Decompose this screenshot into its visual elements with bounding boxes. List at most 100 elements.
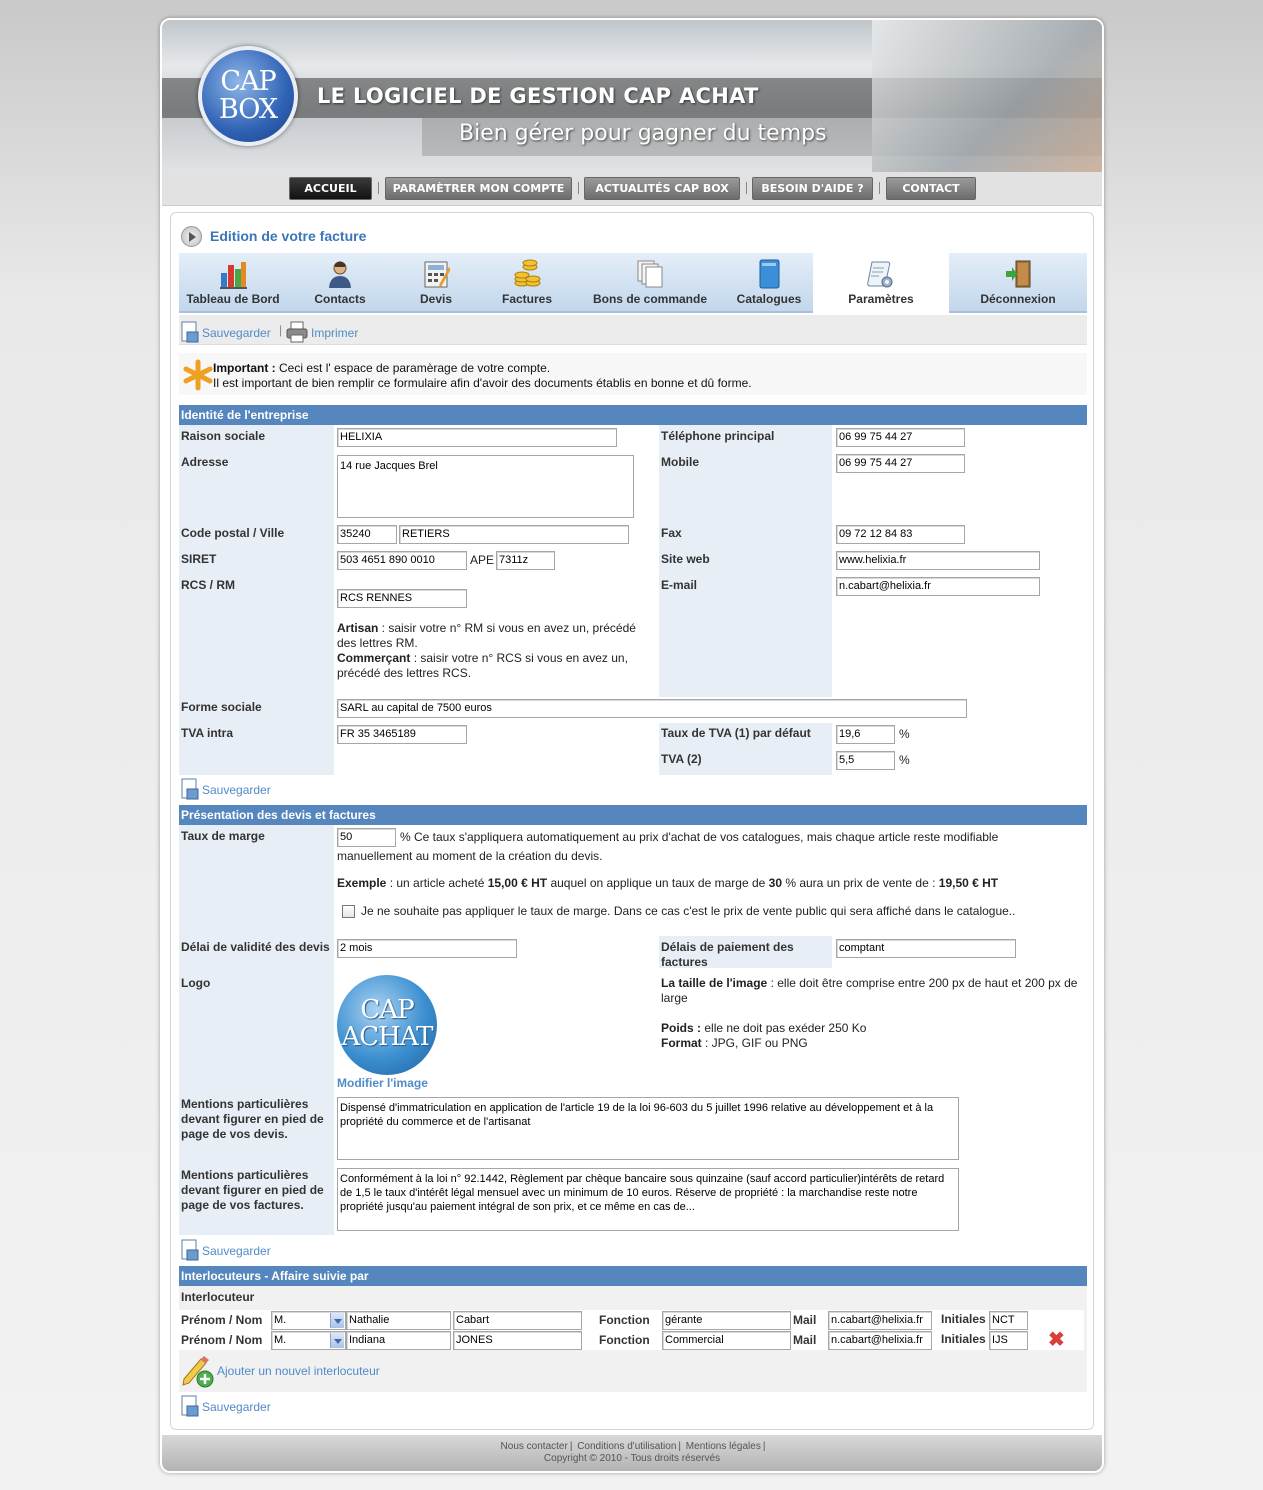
tab-label: Bons de commande	[592, 292, 708, 306]
email-input[interactable]: n.cabart@helixia.fr	[836, 577, 1040, 596]
adresse-textarea[interactable]: 14 rue Jacques Brel	[337, 455, 634, 518]
nav-accueil[interactable]: ACCUEIL	[289, 177, 372, 200]
tva-input[interactable]: FR 35 3465189	[337, 725, 467, 744]
poids-bold: Poids :	[661, 1021, 702, 1035]
toolbar-print-button[interactable]: Imprimer	[286, 321, 358, 345]
nav-actualites[interactable]: ACTUALITÉS CAP BOX	[584, 177, 740, 200]
bar-chart-icon	[220, 262, 247, 289]
save-button-identity[interactable]: Sauvegarder	[181, 778, 271, 802]
tab-contacts[interactable]: Contacts	[287, 253, 393, 313]
marge-label: Taux de marge	[181, 829, 265, 843]
rcs-input[interactable]: RCS RENNES	[337, 589, 467, 608]
initiales-input[interactable]: NCT	[989, 1311, 1028, 1330]
ex-t2: auquel on applique un taux de marge de	[547, 876, 769, 890]
footer-link-mentions[interactable]: Mentions légales	[686, 1441, 761, 1452]
taux1-percent: %	[899, 727, 910, 741]
footer-link-conditions[interactable]: Conditions d'utilisation	[577, 1441, 676, 1452]
toolbar-separator: |	[279, 323, 283, 337]
logo-label: Logo	[181, 976, 211, 990]
tel-label: Téléphone principal	[661, 429, 775, 443]
section-identite: Identité de l'entreprise	[179, 405, 1087, 425]
mobile-input[interactable]: 06 99 75 44 27	[836, 454, 965, 473]
ville-input[interactable]: RETIERS	[399, 525, 629, 544]
mail-input[interactable]: n.cabart@helixia.fr	[828, 1311, 932, 1330]
marge-text2: manuellement au moment de la création du…	[337, 849, 603, 863]
capbox-logo[interactable]: CAP BOX	[198, 46, 298, 146]
civilite-select[interactable]: M.	[271, 1311, 346, 1330]
tab-parametres[interactable]: Paramètres	[813, 253, 949, 313]
tab-deconnexion[interactable]: Déconnexion	[949, 253, 1087, 313]
validite-input[interactable]: 2 mois	[337, 939, 517, 958]
initiales-input[interactable]: IJS	[989, 1331, 1028, 1350]
nav-aide[interactable]: BESOIN D'AIDE ?	[752, 177, 873, 200]
mail-input[interactable]: n.cabart@helixia.fr	[828, 1331, 932, 1350]
fonction-input[interactable]: gérante	[662, 1311, 791, 1330]
ape-label: APE	[470, 553, 495, 567]
cp-label: Code postal / Ville	[181, 526, 285, 540]
modifier-image-link[interactable]: Modifier l'image	[337, 1076, 428, 1091]
cp-input[interactable]: 35240	[337, 525, 397, 544]
nav-contact[interactable]: CONTACT	[886, 177, 976, 200]
tva-label: TVA intra	[181, 726, 234, 740]
add-interlocuteur-icon[interactable]	[181, 1355, 217, 1389]
ape-input[interactable]: 7311z	[496, 551, 555, 570]
fonction-input[interactable]: Commercial	[662, 1331, 791, 1350]
save-document-icon	[181, 321, 199, 343]
mentions-factures-textarea[interactable]: Conformément à la loi n° 92.1442, Règlem…	[337, 1168, 959, 1231]
tva2-input[interactable]: 5,5	[836, 751, 895, 770]
book-icon	[759, 259, 780, 289]
calculator-icon	[424, 261, 450, 288]
marge-input[interactable]: 50	[337, 828, 396, 847]
main-content: Edition de votre facture Tableau de Bord	[170, 212, 1094, 1430]
toolbar-save-button[interactable]: Sauvegarder	[181, 321, 271, 345]
tab-devis[interactable]: Devis	[393, 253, 479, 313]
no-margin-checkbox[interactable]	[342, 905, 355, 918]
page-frame: CAP BOX LE LOGICIEL DE GESTION CAP ACHAT…	[160, 18, 1104, 1473]
save-label: Sauvegarder	[202, 1400, 271, 1415]
ex-b2: 15,00 € HT	[487, 876, 548, 890]
web-input[interactable]: www.helixia.fr	[836, 551, 1040, 570]
nav-parametrer[interactable]: PARAMÈTRER MON COMPTE	[385, 177, 572, 200]
initiales-label: Initiales	[941, 1312, 986, 1326]
module-tabs: Tableau de Bord Contacts Devis Factures …	[179, 253, 1087, 313]
raison-input[interactable]: HELIXIA	[337, 428, 617, 447]
mentions-fact-l2: devant figurer en pied de	[181, 1183, 324, 1197]
save-label: Sauvegarder	[202, 783, 271, 798]
tab-catalogues[interactable]: Catalogues	[725, 253, 813, 313]
add-interlocuteur-link[interactable]: Ajouter un nouvel interlocuteur	[217, 1364, 380, 1379]
delete-icon[interactable]: ✖	[1048, 1327, 1065, 1352]
footer-links: Nous contacter | Conditions d'utilisation…	[500, 1441, 766, 1452]
forme-input[interactable]: SARL au capital de 7500 euros	[337, 699, 967, 718]
civilite-select[interactable]: M.	[271, 1331, 346, 1350]
paiement-input[interactable]: comptant	[836, 939, 1016, 958]
mentions-devis-l3: page de vos devis.	[181, 1127, 288, 1141]
tab-bons-de-commande[interactable]: Bons de commande	[575, 253, 725, 313]
forme-label: Forme sociale	[181, 700, 262, 714]
fonction-label: Fonction	[599, 1313, 650, 1327]
tab-tableau-de-bord[interactable]: Tableau de Bord	[179, 253, 287, 313]
footer-link-contact[interactable]: Nous contacter	[501, 1441, 568, 1452]
tab-factures[interactable]: Factures	[479, 253, 575, 313]
artisan-help: Artisan : saisir votre n° RM si vous en …	[337, 621, 636, 681]
raison-label: Raison sociale	[181, 429, 266, 443]
fax-input[interactable]: 09 72 12 84 83	[836, 525, 965, 544]
prenom-input[interactable]: Nathalie	[346, 1311, 451, 1330]
save-button-presentation[interactable]: Sauvegarder	[181, 1239, 271, 1263]
civilite-value: M.	[274, 1334, 287, 1346]
taux1-input[interactable]: 19,6	[836, 725, 895, 744]
tab-label: Catalogues	[736, 292, 802, 306]
taille-text2: large	[661, 991, 688, 1005]
nom-input[interactable]: JONES	[453, 1331, 582, 1350]
siret-input[interactable]: 503 4651 890 0010	[337, 551, 467, 570]
ex-b3: 30	[768, 876, 782, 890]
section-interlocuteurs: Interlocuteurs - Affaire suivie par	[179, 1266, 1087, 1286]
logo-text1: CAP	[360, 995, 414, 1025]
mentions-devis-l1: Mentions particulières	[181, 1097, 309, 1111]
tel-input[interactable]: 06 99 75 44 27	[836, 428, 965, 447]
nom-input[interactable]: Cabart	[453, 1311, 582, 1330]
mentions-devis-textarea[interactable]: Dispensé d'immatriculation en applicatio…	[337, 1097, 959, 1160]
top-navigation: ACCUEIL PARAMÈTRER MON COMPTE ACTUALITÉS…	[162, 172, 1102, 206]
logo-line2: BOX	[218, 94, 278, 125]
save-button-interlocuteurs[interactable]: Sauvegarder	[181, 1395, 271, 1419]
prenom-input[interactable]: Indiana	[346, 1331, 451, 1350]
